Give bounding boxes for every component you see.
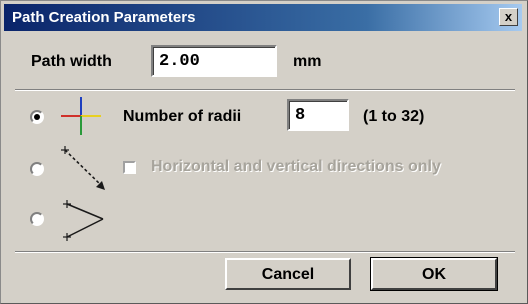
path-creation-dialog: Path Creation Parameters x Path width mm… — [0, 0, 528, 304]
dialog-title: Path Creation Parameters — [12, 9, 196, 26]
path-width-unit: mm — [293, 53, 322, 70]
path-width-input[interactable] — [151, 45, 277, 77]
ok-button[interactable]: OK — [370, 257, 498, 291]
cancel-button[interactable]: Cancel — [225, 258, 351, 290]
number-of-radii-label: Number of radii — [123, 108, 242, 125]
radio-angle-path[interactable] — [30, 212, 44, 226]
close-button[interactable]: x — [499, 8, 518, 26]
radii-range-hint: (1 to 32) — [363, 108, 425, 125]
horizontal-vertical-label: Horizontal and vertical directions only — [151, 158, 441, 175]
path-width-label: Path width — [31, 53, 112, 70]
separator-top — [15, 89, 515, 91]
radio-number-of-radii[interactable] — [30, 110, 44, 124]
crosshair-icon — [61, 97, 101, 135]
horizontal-vertical-checkbox[interactable] — [123, 161, 136, 174]
separator-bottom — [15, 251, 515, 253]
radio-diagonal-path[interactable] — [30, 162, 44, 176]
diagonal-arrow-icon — [61, 146, 105, 190]
angle-paths-icon — [63, 200, 104, 241]
ok-button-label: OK — [422, 266, 446, 283]
radio-selected-dot — [34, 114, 40, 120]
number-of-radii-input[interactable] — [287, 99, 349, 131]
title-bar[interactable]: Path Creation Parameters x — [4, 4, 522, 31]
cancel-button-label: Cancel — [261, 266, 315, 283]
